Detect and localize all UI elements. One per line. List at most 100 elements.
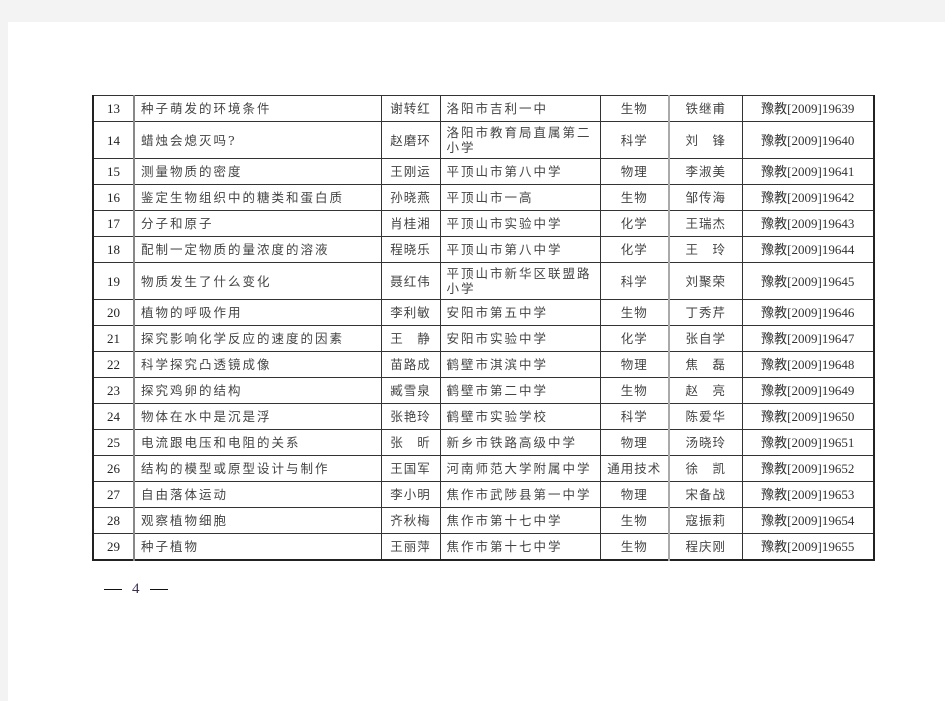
row-number: 24 (92, 403, 135, 430)
table-row: 28 观察植物细胞 齐秋梅 焦作市第十七中学 生物 寇振莉 豫教[2009]19654 (92, 507, 875, 534)
certificate-number: 豫教[2009]19639 (741, 95, 875, 122)
subject: 生物 (599, 533, 670, 560)
project-title: 种子植物 (133, 533, 382, 560)
row-number: 22 (92, 351, 135, 378)
mentor-name: 陈爱华 (668, 403, 743, 430)
project-title: 探究影响化学反应的速度的因素 (133, 325, 382, 352)
mentor-name: 王瑞杰 (668, 210, 743, 237)
subject: 生物 (599, 95, 670, 122)
school-name: 鹤壁市淇滨中学 (439, 351, 601, 378)
certificate-number: 豫教[2009]19648 (741, 351, 875, 378)
project-title: 种子萌发的环境条件 (133, 95, 382, 122)
roster-body: 13 种子萌发的环境条件 谢转红 洛阳市吉利一中 生物 铁继甫 豫教[2009]19639 1… (92, 95, 875, 560)
table-row: 25 电流跟电压和电阻的关系张 昕新乡市铁路高级中学 物理 汤晓玲 豫教[2009]19… (92, 429, 875, 456)
teacher-name: 聂红伟 (380, 262, 441, 300)
certificate-number: 豫教[2009]19641 (741, 158, 875, 185)
school-name: 鹤壁市第二中学 (439, 377, 601, 404)
school-name: 平顶山市一高 (439, 184, 601, 211)
row-number: 23 (92, 377, 135, 404)
row-number: 26 (92, 455, 135, 482)
teacher-name: 李小明 (380, 481, 441, 508)
row-number: 28 (92, 507, 135, 534)
table-row: 13 种子萌发的环境条件 谢转红 洛阳市吉利一中 生物 铁继甫 豫教[2009]19639 (92, 95, 875, 122)
project-title: 自由落体运动 (133, 481, 382, 508)
subject: 化学 (599, 210, 670, 237)
row-number: 19 (92, 262, 135, 300)
project-title: 分子和原子 (133, 210, 382, 237)
project-title: 物体在水中是沉是浮 (133, 403, 382, 430)
row-number: 18 (92, 236, 135, 263)
mentor-name: 寇振莉 (668, 507, 743, 534)
subject: 化学 (599, 236, 670, 263)
teacher-name: 程晓乐 (380, 236, 441, 263)
table-row: 16 鉴定生物组织中的糖类和蛋白质 孙晓燕 平顶山市一高 生物 邹传海 豫教[2009]19… (92, 184, 875, 211)
school-name: 河南师范大学附属中学 (439, 455, 601, 482)
subject: 物理 (599, 351, 670, 378)
row-number: 20 (92, 299, 135, 326)
page-number: 4 (132, 581, 140, 597)
school-name: 焦作市第十七中学 (439, 533, 601, 560)
award-roster-table: 13 种子萌发的环境条件 谢转红 洛阳市吉利一中 生物 铁继甫 豫教[2009]19639 1… (92, 95, 875, 561)
table-row: 23 探究鸡卵的结构 臧雪泉 鹤壁市第二中学 生物赵 亮豫教[2009]19649 (92, 377, 875, 404)
mentor-name: 徐 凯 (668, 455, 743, 482)
subject: 通用技术 (599, 455, 670, 482)
school-name: 平顶山市第八中学 (439, 158, 601, 185)
row-number: 25 (92, 429, 135, 456)
certificate-number: 豫教[2009]19642 (741, 184, 875, 211)
subject: 物理 (599, 429, 670, 456)
mentor-name: 邹传海 (668, 184, 743, 211)
table-row: 27 自由落体运动 李小明 焦作市武陟县第一中学 物理 宋备战 豫教[2009]19653 (92, 481, 875, 508)
certificate-number: 豫教[2009]19654 (741, 507, 875, 534)
row-number: 29 (92, 533, 135, 560)
certificate-number: 豫教[2009]19646 (741, 299, 875, 326)
project-title: 物质发生了什么变化 (133, 262, 382, 300)
teacher-name: 孙晓燕 (380, 184, 441, 211)
certificate-number: 豫教[2009]19647 (741, 325, 875, 352)
teacher-name: 赵磨环 (380, 121, 441, 159)
subject: 生物 (599, 299, 670, 326)
row-number: 21 (92, 325, 135, 352)
school-name: 焦作市武陟县第一中学 (439, 481, 601, 508)
row-number: 16 (92, 184, 135, 211)
teacher-name: 张 昕 (380, 429, 441, 456)
subject: 科学 (599, 403, 670, 430)
row-number: 27 (92, 481, 135, 508)
subject: 科学 (599, 262, 670, 300)
table-row: 22 科学探究凸透镜成像 苗路成 鹤壁市淇滨中学 物理焦 磊豫教[2009]19648 (92, 351, 875, 378)
mentor-name: 刘 锋 (668, 121, 743, 159)
certificate-number: 豫教[2009]19640 (741, 121, 875, 159)
table-row: 29 种子植物 王丽萍 焦作市第十七中学 生物 程庆刚 豫教[2009]19655 (92, 533, 875, 560)
teacher-name: 王国军 (380, 455, 441, 482)
teacher-name: 王丽萍 (380, 533, 441, 560)
row-number: 15 (92, 158, 135, 185)
document-page: 13 种子萌发的环境条件 谢转红 洛阳市吉利一中 生物 铁继甫 豫教[2009]19639 1… (8, 22, 945, 701)
table-row: 24 物体在水中是沉是浮 张艳玲 鹤壁市实验学校 科学 陈爱华 豫教[2009]19650 (92, 403, 875, 430)
certificate-number: 豫教[2009]19651 (741, 429, 875, 456)
project-title: 蜡烛会熄灭吗? (133, 121, 382, 159)
mentor-name: 丁秀芹 (668, 299, 743, 326)
school-name: 洛阳市吉利一中 (439, 95, 601, 122)
teacher-name: 臧雪泉 (380, 377, 441, 404)
project-title: 结构的模型或原型设计与制作 (133, 455, 382, 482)
teacher-name: 谢转红 (380, 95, 441, 122)
school-name: 安阳市实验中学 (439, 325, 601, 352)
subject: 化学 (599, 325, 670, 352)
subject: 生物 (599, 184, 670, 211)
school-name: 平顶山市实验中学 (439, 210, 601, 237)
table-row: 15 测量物质的密度 王刚运 平顶山市第八中学 物理 李淑美 豫教[2009]19641 (92, 158, 875, 185)
mentor-name: 赵 亮 (668, 377, 743, 404)
project-title: 测量物质的密度 (133, 158, 382, 185)
subject: 物理 (599, 158, 670, 185)
project-title: 鉴定生物组织中的糖类和蛋白质 (133, 184, 382, 211)
teacher-name: 王刚运 (380, 158, 441, 185)
table-row: 20 植物的呼吸作用 李利敏 安阳市第五中学 生物 丁秀芹 豫教[2009]19646 (92, 299, 875, 326)
certificate-number: 豫教[2009]19644 (741, 236, 875, 263)
certificate-number: 豫教[2009]19645 (741, 262, 875, 300)
mentor-name: 张自学 (668, 325, 743, 352)
table-row: 26 结构的模型或原型设计与制作 王国军 河南师范大学附属中学 通用技术徐 凯豫教[20… (92, 455, 875, 482)
mentor-name: 李淑美 (668, 158, 743, 185)
school-name: 新乡市铁路高级中学 (439, 429, 601, 456)
table-row: 19 物质发生了什么变化 聂红伟 平顶山市新华区联盟路小学 科学 刘聚荣 豫教[2009]1… (92, 262, 875, 300)
teacher-name: 肖桂湘 (380, 210, 441, 237)
project-title: 科学探究凸透镜成像 (133, 351, 382, 378)
